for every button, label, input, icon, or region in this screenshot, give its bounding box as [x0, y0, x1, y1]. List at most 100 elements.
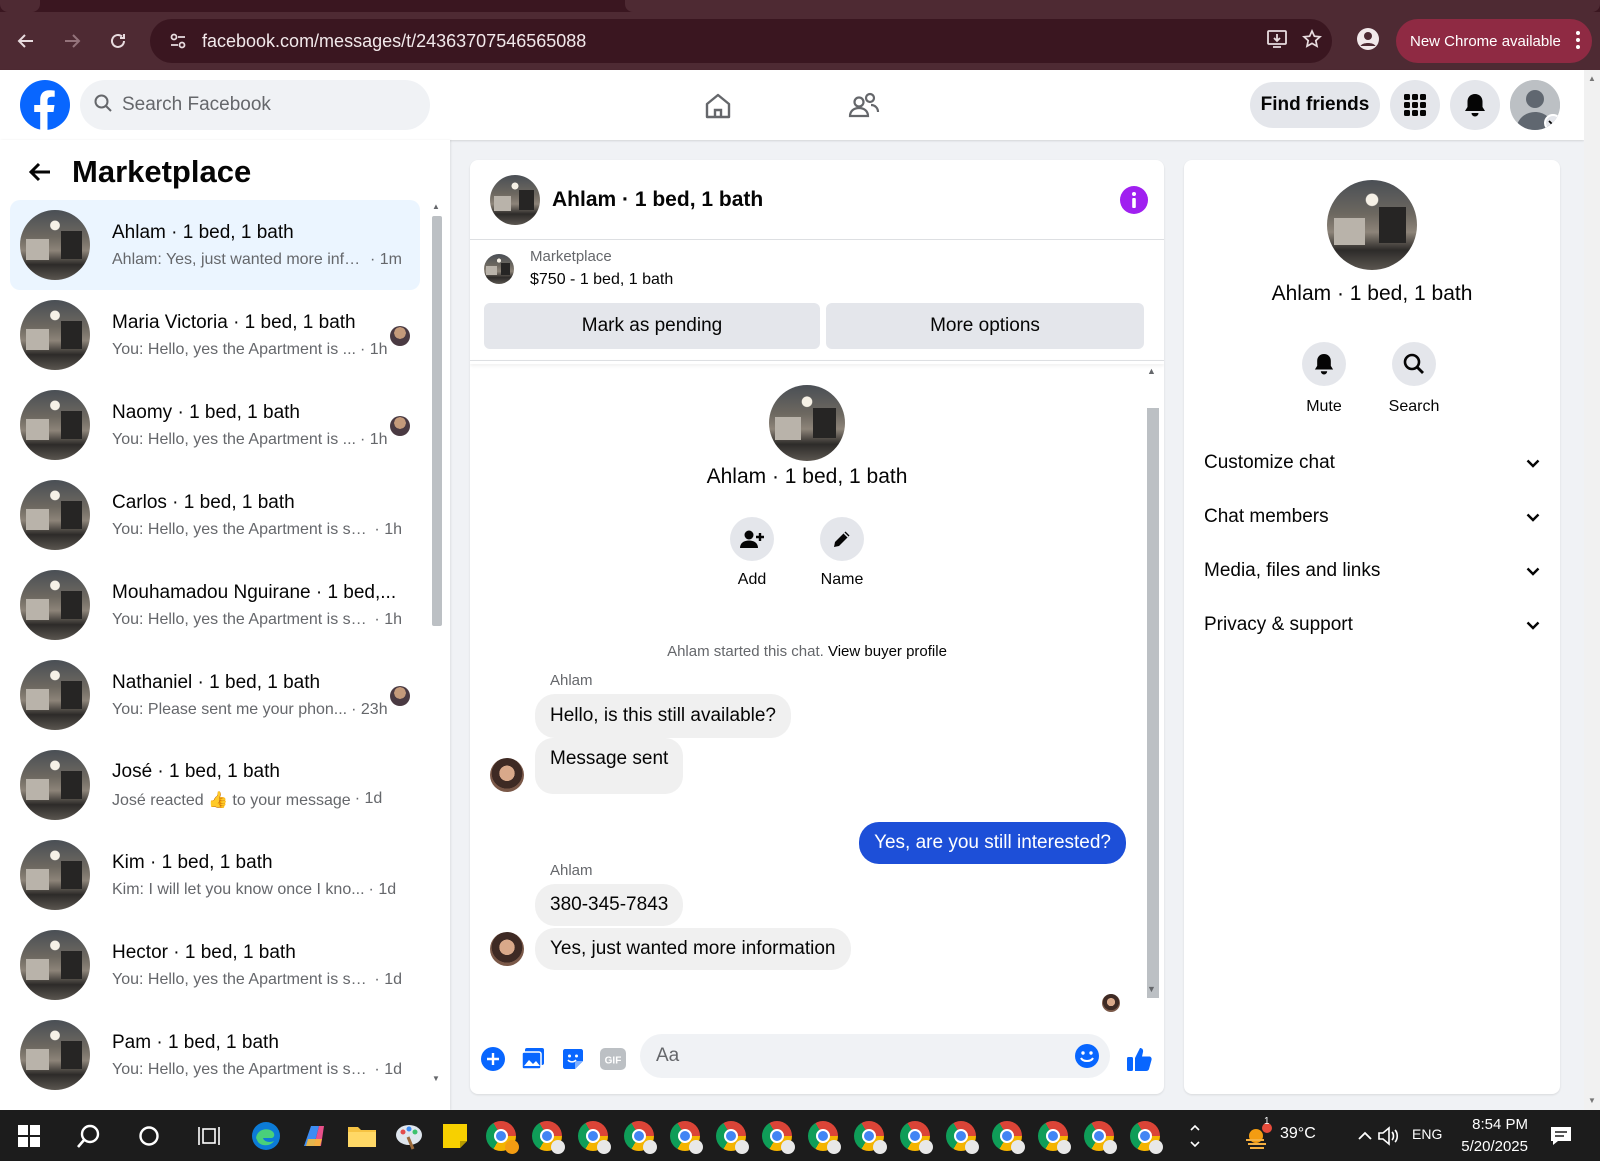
message-input[interactable] — [656, 1045, 1036, 1067]
search-icon[interactable] — [1392, 342, 1436, 386]
conversation-item[interactable]: Mouhamadou Nguirane · 1 bed,... You: Hell… — [10, 560, 420, 650]
task-view-icon[interactable] — [190, 1117, 228, 1155]
chrome-app-icon[interactable] — [1034, 1117, 1072, 1155]
install-app-icon[interactable] — [1266, 29, 1288, 54]
view-buyer-profile-link[interactable]: View buyer profile — [828, 643, 947, 660]
conversation-item[interactable]: Pam · 1 bed, 1 bath You: Hello, yes the A… — [10, 1010, 420, 1100]
language-indicator[interactable]: ENG — [1412, 1126, 1442, 1142]
chrome-app-icon[interactable] — [850, 1117, 888, 1155]
browser-tab[interactable] — [625, 0, 1600, 12]
back-arrow-icon[interactable] — [6, 21, 46, 61]
message-bubble[interactable]: Hello, is this still available? — [535, 694, 791, 738]
pencil-icon[interactable] — [820, 517, 864, 561]
copilot-icon[interactable] — [295, 1117, 333, 1155]
clock[interactable]: 8:54 PM 5/20/2025 — [1446, 1114, 1528, 1158]
sticker-icon[interactable] — [558, 1044, 588, 1074]
windows-start-icon[interactable] — [10, 1117, 48, 1155]
name-action[interactable]: Name — [807, 517, 877, 589]
profile-thumbnail[interactable] — [1327, 180, 1417, 270]
bookmark-star-icon[interactable] — [1302, 28, 1322, 54]
find-friends-button[interactable]: Find friends — [1250, 82, 1380, 128]
speaker-icon[interactable] — [1370, 1117, 1408, 1155]
privacy-support-section[interactable]: Privacy & support — [1204, 605, 1540, 645]
bell-icon[interactable] — [1302, 342, 1346, 386]
weather-icon[interactable]: 1 — [1240, 1116, 1278, 1155]
conversation-item[interactable]: Naomy · 1 bed, 1 bath You: Hello, yes the… — [10, 380, 420, 470]
chrome-app-icon[interactable] — [758, 1117, 796, 1155]
page-scrollbar[interactable]: ▲ ▼ — [1584, 70, 1600, 1110]
chat-scrollbar[interactable]: ▲ ▼ — [1144, 364, 1160, 1094]
friends-icon[interactable] — [842, 84, 886, 128]
reload-icon[interactable] — [98, 21, 138, 61]
address-bar[interactable]: facebook.com/messages/t/2436370754656508… — [150, 19, 1332, 63]
search-action[interactable]: Search — [1379, 342, 1449, 416]
menu-grid-icon[interactable] — [1390, 80, 1440, 130]
conversation-item[interactable]: Nathaniel · 1 bed, 1 bath You: Please sen… — [10, 650, 420, 740]
back-arrow-icon[interactable] — [22, 154, 58, 190]
kebab-menu-icon[interactable] — [1576, 31, 1580, 53]
mute-action[interactable]: Mute — [1289, 342, 1359, 416]
file-explorer-icon[interactable] — [343, 1117, 381, 1155]
site-settings-icon[interactable] — [158, 31, 198, 51]
chrome-app-icon[interactable] — [988, 1117, 1026, 1155]
chrome-app-icon[interactable] — [804, 1117, 842, 1155]
marketplace-listing[interactable]: Marketplace $750 - 1 bed, 1 bath — [484, 248, 673, 289]
conversation-item[interactable]: Ahlam · 1 bed, 1 bath Ahlam: Yes, just wa… — [10, 200, 420, 290]
notifications-bell-icon[interactable] — [1450, 80, 1500, 130]
conversation-item[interactable]: Kim · 1 bed, 1 bath Kim: I will let you k… — [10, 830, 420, 920]
browser-tab[interactable] — [0, 0, 40, 12]
taskbar-overflow-icon[interactable] — [1185, 1117, 1205, 1155]
url-text[interactable]: facebook.com/messages/t/2436370754656508… — [202, 31, 586, 52]
search-input[interactable] — [122, 94, 412, 116]
home-icon[interactable] — [696, 84, 740, 128]
add-person-icon[interactable] — [730, 517, 774, 561]
message-bubble[interactable]: 380-345-7843 — [535, 884, 684, 926]
chrome-profile-icon[interactable] — [1350, 21, 1386, 57]
plus-circle-icon[interactable] — [478, 1044, 508, 1074]
thumbs-up-icon[interactable] — [1122, 1041, 1158, 1077]
chat-members-section[interactable]: Chat members — [1204, 497, 1540, 537]
message-composer[interactable] — [640, 1034, 1110, 1078]
my-message-bubble[interactable]: Yes, are you still interested? — [859, 822, 1126, 864]
scrollbar-thumb[interactable] — [432, 216, 442, 626]
chrome-app-icon[interactable] — [942, 1117, 980, 1155]
search-icon[interactable] — [70, 1117, 108, 1155]
chrome-app-icon[interactable] — [1126, 1117, 1164, 1155]
chrome-update-button[interactable]: New Chrome available — [1396, 19, 1592, 63]
message-bubble[interactable]: Yes, just wanted more information — [535, 928, 851, 970]
conversation-item[interactable]: Carlos · 1 bed, 1 bath You: Hello, yes th… — [10, 470, 420, 560]
sender-avatar[interactable] — [490, 758, 524, 792]
account-avatar[interactable] — [1510, 80, 1560, 130]
mark-as-pending-button[interactable]: Mark as pending — [484, 303, 820, 349]
photo-icon[interactable] — [518, 1044, 548, 1074]
emoji-icon[interactable] — [1074, 1043, 1100, 1074]
add-person-action[interactable]: Add — [717, 517, 787, 589]
chrome-app-icon[interactable] — [528, 1117, 566, 1155]
customize-chat-section[interactable]: Customize chat — [1204, 443, 1540, 483]
conversation-item[interactable]: Hector · 1 bed, 1 bath You: Hello, yes th… — [10, 920, 420, 1010]
chrome-app-icon[interactable] — [574, 1117, 612, 1155]
intro-avatar[interactable] — [769, 385, 845, 461]
more-options-button[interactable]: More options — [826, 303, 1144, 349]
notification-center-icon[interactable] — [1542, 1117, 1580, 1155]
conversation-item[interactable]: José · 1 bed, 1 bath José reacted 👍 to yo… — [10, 740, 420, 830]
chrome-app-icon[interactable] — [712, 1117, 750, 1155]
conversation-item[interactable]: Maria Victoria · 1 bed, 1 bath You: Hello… — [10, 290, 420, 380]
facebook-logo-icon[interactable] — [20, 80, 70, 130]
message-bubble[interactable]: Message sent — [535, 738, 684, 794]
conversation-thumbnail[interactable] — [490, 174, 540, 225]
chat-title[interactable]: Ahlam · 1 bed, 1 bath — [552, 188, 763, 212]
sticky-notes-icon[interactable] — [436, 1117, 474, 1155]
temperature-text[interactable]: 39°C — [1280, 1125, 1316, 1143]
scrollbar-thumb[interactable] — [1147, 408, 1159, 998]
chrome-app-icon[interactable] — [1080, 1117, 1118, 1155]
sender-avatar[interactable] — [490, 932, 524, 966]
chrome-app-icon[interactable] — [620, 1117, 658, 1155]
forward-arrow-icon[interactable] — [52, 21, 92, 61]
chrome-app-icon[interactable] — [482, 1117, 520, 1155]
info-icon[interactable] — [1120, 186, 1148, 214]
sidebar-scrollbar[interactable]: ▲ ▼ — [430, 200, 444, 1110]
chrome-app-icon[interactable] — [896, 1117, 934, 1155]
paint-icon[interactable] — [390, 1117, 428, 1155]
chrome-app-icon[interactable] — [666, 1117, 704, 1155]
